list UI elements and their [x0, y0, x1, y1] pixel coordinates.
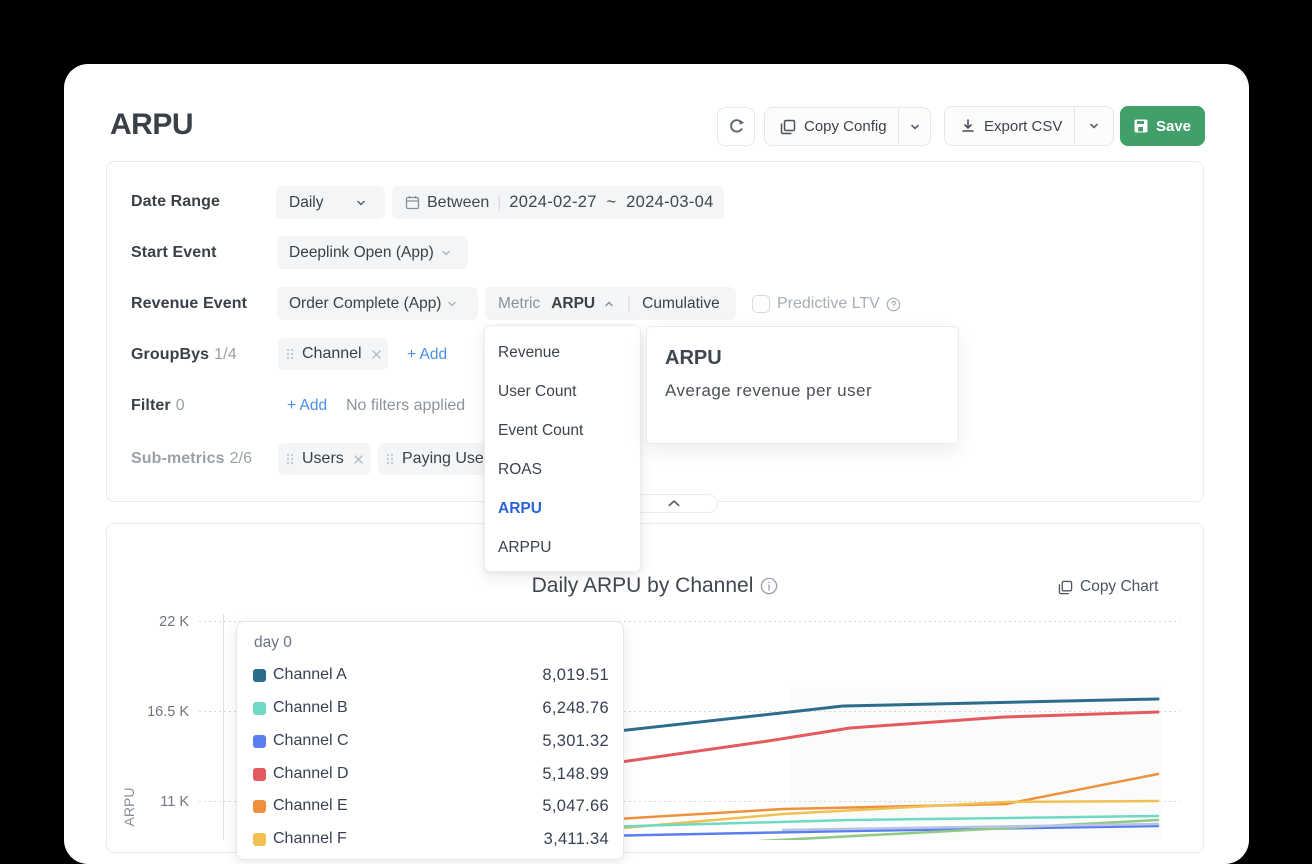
svg-text:ARPU: ARPU: [121, 788, 137, 827]
svg-text:11 K: 11 K: [160, 794, 189, 810]
svg-text:22 K: 22 K: [159, 614, 189, 630]
svg-text:16.5 K: 16.5 K: [147, 704, 189, 720]
